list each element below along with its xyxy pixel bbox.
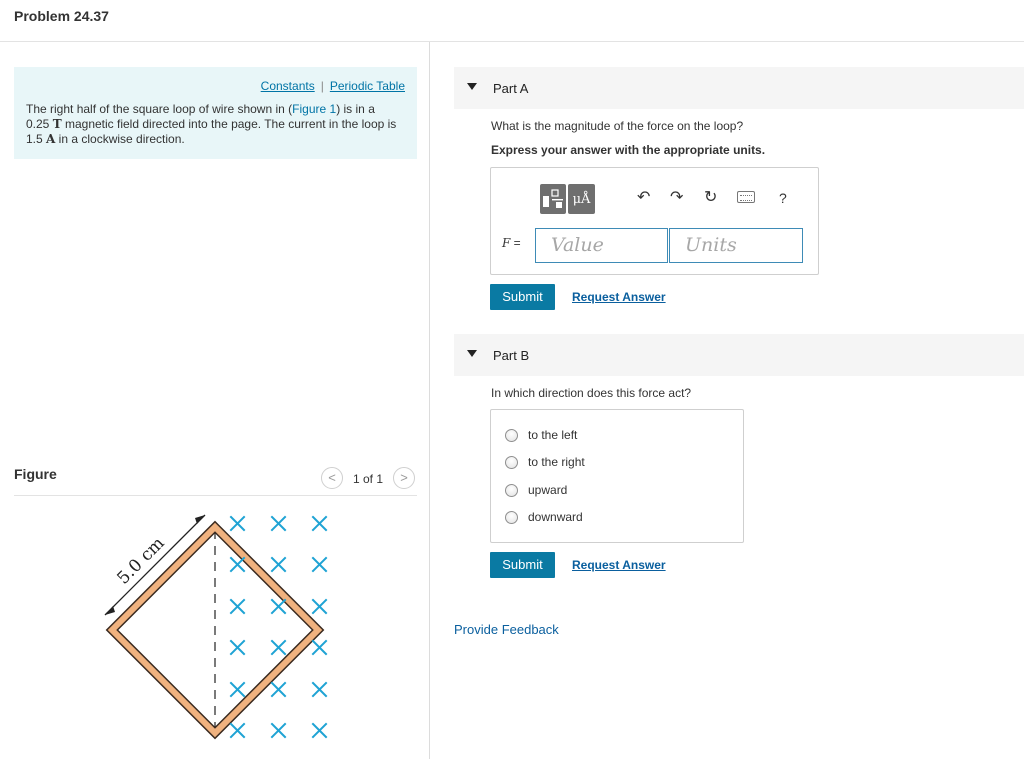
field-value: 0.25 [26,117,50,131]
constants-link[interactable]: Constants [261,79,315,93]
link-separator: | [320,79,324,93]
units-button[interactable]: μÅ [568,184,595,214]
part-a-instruction: Express your answer with the appropriate… [491,143,766,157]
figure-divider [14,495,417,496]
collapse-triangle-icon [467,83,477,90]
choice-downward[interactable]: downward [505,509,583,525]
choice-to-the-right[interactable]: to the right [505,454,585,470]
templates-icon[interactable] [540,184,566,214]
part-b-choices: to the left to the right upward downward [490,409,744,543]
part-b-submit-button[interactable]: Submit [490,552,555,578]
figure-link[interactable]: Figure 1 [292,102,336,116]
current-unit: A [46,132,56,146]
field-unit: T [52,117,62,131]
choice-upward[interactable]: upward [505,482,567,498]
part-b-question: In which direction does this force act? [491,386,692,400]
help-icon[interactable]: ? [779,188,787,208]
problem-text-part: magnetic field directed into the page. T… [61,117,397,131]
column-divider [429,42,430,759]
choice-label: upward [528,483,568,497]
choice-label: to the left [528,428,578,442]
part-a-title: Part A [493,81,529,96]
problem-text-part: ) is in a [336,102,375,116]
figure-prev-button[interactable]: < [321,467,343,489]
radio-button[interactable] [505,455,518,469]
dimension-arrow [104,514,206,616]
provide-feedback-link[interactable]: Provide Feedback [454,622,559,637]
part-a-request-answer-link[interactable]: Request Answer [572,290,666,304]
choice-to-the-left[interactable]: to the left [505,427,577,443]
problem-text: The right half of the square loop of wir… [26,102,411,147]
periodic-table-link[interactable]: Periodic Table [330,79,405,93]
problem-statement: Constants | Periodic Table The right half … [14,67,417,159]
part-a-answer-box: μÅ ↶ ↷ ↻ ? F = Value Units [490,167,819,275]
figure-next-button[interactable]: > [393,467,415,489]
radio-button[interactable] [505,510,518,524]
problem-text-part: in a clockwise direction. [55,132,185,146]
part-b-title: Part B [493,348,530,363]
loop-figure: 5.0 cm [104,514,328,740]
keyboard-icon[interactable] [737,191,755,203]
radio-button[interactable] [505,428,518,442]
problem-text-part: The right half of the square loop of wir… [26,102,293,116]
part-a-header[interactable]: Part A [454,67,1024,109]
choice-label: downward [528,510,583,524]
math-toolbar: μÅ [540,184,624,214]
part-b-request-answer-link[interactable]: Request Answer [572,558,666,572]
page-header: Problem 24.37 [0,0,1024,42]
units-symbol: μÅ [572,191,591,207]
figure-heading: Figure [14,466,57,482]
equals-sign: = [510,236,521,250]
part-b-header[interactable]: Part B [454,334,1024,376]
page-title: Problem 24.37 [14,8,109,24]
templates-glyph-icon [543,189,563,208]
radio-button[interactable] [505,483,518,497]
reset-icon[interactable]: ↻ [704,188,717,208]
part-a-question: What is the magnitude of the force on th… [491,119,744,133]
figure-page-count: 1 of 1 [353,472,384,486]
collapse-triangle-icon [467,350,477,357]
current-value: 1.5 [26,132,43,146]
resource-links: Constants | Periodic Table [261,79,405,93]
choice-label: to the right [528,455,585,469]
value-input[interactable]: Value [535,228,668,263]
redo-icon[interactable]: ↷ [670,188,683,208]
undo-icon[interactable]: ↶ [637,188,650,208]
force-variable-label: F = [502,236,521,250]
units-input[interactable]: Units [669,228,803,263]
part-a-submit-button[interactable]: Submit [490,284,555,310]
